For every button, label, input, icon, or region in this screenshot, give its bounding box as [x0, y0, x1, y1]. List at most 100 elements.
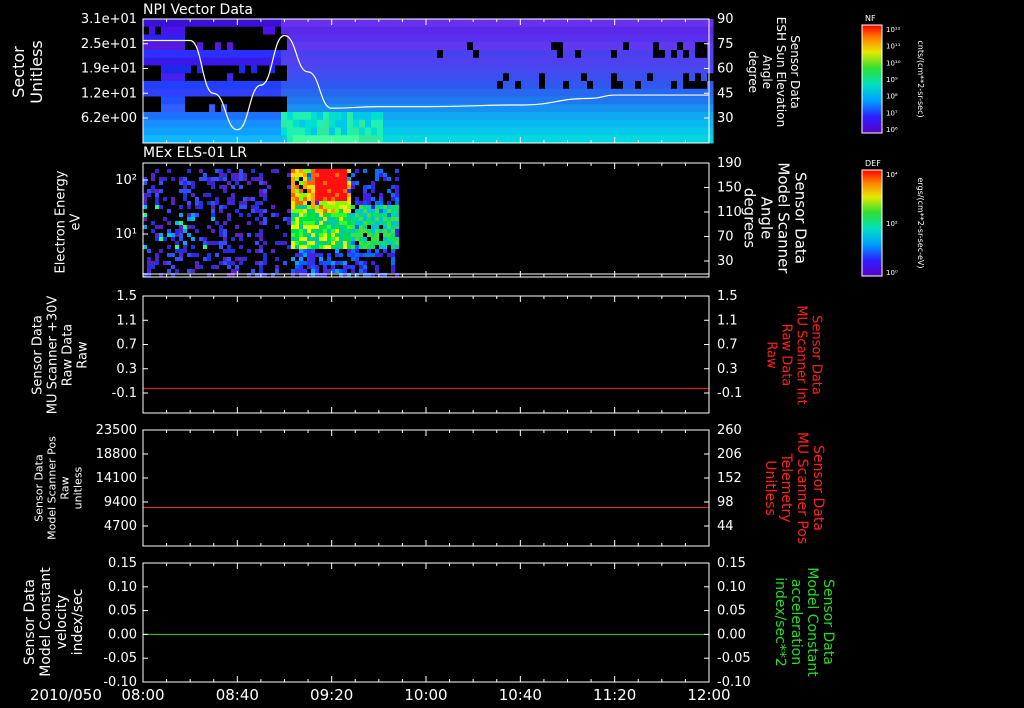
heatmap-cell [283, 217, 287, 221]
heatmap-cell [647, 88, 654, 97]
heatmap-cell [367, 197, 371, 201]
y-tick-label: 30 [717, 111, 734, 126]
heatmap-cell [641, 112, 648, 121]
heatmap-cell [671, 50, 678, 59]
heatmap-cell [569, 65, 576, 74]
heatmap-cell [331, 177, 335, 181]
heatmap-cell [419, 42, 426, 51]
y-tick-label: 2.5e+01 [81, 37, 137, 52]
heatmap-cell [563, 26, 570, 35]
heatmap-cell [395, 217, 399, 221]
y-tick-label: -0.05 [717, 651, 751, 666]
heatmap-cell [659, 57, 666, 66]
heatmap-cell [401, 96, 408, 105]
heatmap-cell [255, 177, 259, 181]
heatmap-cell [707, 57, 714, 66]
y-tick-label: 44 [717, 519, 734, 534]
heatmap-cell [251, 209, 255, 213]
heatmap-cell [593, 81, 600, 90]
heatmap-cell [389, 119, 396, 128]
heatmap-cell [503, 34, 510, 43]
heatmap-cell [485, 65, 492, 74]
heatmap-cell [617, 19, 624, 28]
heatmap-cell [347, 241, 351, 245]
heatmap-cell [395, 237, 399, 241]
heatmap-cell [521, 19, 528, 28]
heatmap-cell [343, 269, 347, 273]
heatmap-cell [653, 104, 660, 113]
heatmap-cell [383, 88, 390, 97]
heatmap-cell [383, 65, 390, 74]
heatmap-cell [335, 253, 339, 257]
heatmap-cell [269, 96, 276, 105]
heatmap-cell [227, 217, 231, 221]
heatmap-cell [419, 34, 426, 43]
heatmap-cell [255, 249, 259, 253]
heatmap-cell [341, 119, 348, 128]
heatmap-cell [203, 193, 207, 197]
heatmap-cell [339, 177, 343, 181]
heatmap-cell [315, 245, 319, 249]
heatmap-cell [527, 42, 534, 51]
heatmap-cell [515, 65, 522, 74]
heatmap-cell [251, 50, 258, 59]
heatmap-cell [215, 221, 219, 225]
heatmap-cell [197, 19, 204, 28]
heatmap-cell [199, 237, 203, 241]
heatmap-cell [323, 265, 327, 269]
heatmap-cell [383, 205, 387, 209]
heatmap-cell [319, 257, 323, 261]
heatmap-cell [173, 34, 180, 43]
heatmap-cell [467, 88, 474, 97]
heatmap-cell [347, 245, 351, 249]
axis-label: MU Scanner Pos [794, 432, 810, 544]
heatmap-cell [215, 50, 222, 59]
heatmap-cell [343, 265, 347, 269]
heatmap-cell [155, 135, 162, 144]
heatmap-cell [259, 213, 263, 217]
heatmap-cell [299, 249, 303, 253]
heatmap-cell [209, 112, 216, 121]
heatmap-cell [701, 34, 708, 43]
heatmap-cell [515, 57, 522, 66]
heatmap-cell [611, 96, 618, 105]
heatmap-cell [259, 269, 263, 273]
heatmap-cell [341, 96, 348, 105]
heatmap-cell [391, 185, 395, 189]
heatmap-cell [275, 50, 282, 59]
heatmap-cell [569, 19, 576, 28]
heatmap-cell [331, 221, 335, 225]
heatmap-cell [449, 42, 456, 51]
heatmap-cell [677, 34, 684, 43]
heatmap-cell [539, 112, 546, 121]
heatmap-cell [179, 119, 186, 128]
heatmap-cell [599, 50, 606, 59]
heatmap-cell [335, 197, 339, 201]
heatmap-cell [617, 26, 624, 35]
heatmap-cell [195, 205, 199, 209]
heatmap-cell [491, 119, 498, 128]
heatmap-cell [311, 257, 315, 261]
heatmap-cell [671, 88, 678, 97]
heatmap-cell [339, 205, 343, 209]
heatmap-cell [315, 253, 319, 257]
heatmap-cell [353, 65, 360, 74]
heatmap-cell [317, 57, 324, 66]
heatmap-cell [605, 34, 612, 43]
heatmap-cell [551, 50, 558, 59]
heatmap-cell [569, 50, 576, 59]
heatmap-cell [221, 135, 228, 144]
heatmap-cell [581, 127, 588, 136]
heatmap-cell [263, 127, 270, 136]
heatmap-cell [291, 201, 295, 205]
heatmap-cell [233, 65, 240, 74]
heatmap-cell [251, 112, 258, 121]
heatmap-cell [151, 189, 155, 193]
heatmap-cell [677, 135, 684, 144]
heatmap-cell [351, 229, 355, 233]
heatmap-cell [315, 189, 319, 193]
heatmap-cell [179, 19, 186, 28]
heatmap-cell [437, 19, 444, 28]
heatmap-cell [437, 119, 444, 128]
heatmap-cell [311, 42, 318, 51]
